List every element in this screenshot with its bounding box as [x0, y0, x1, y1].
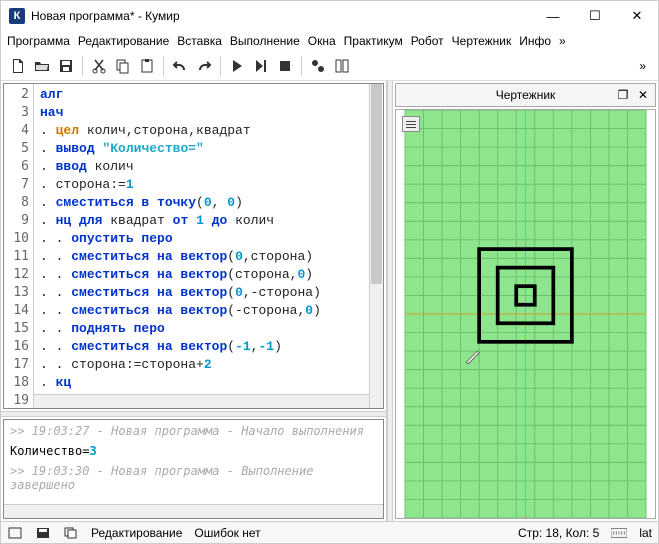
- console-prompt-line: Количество=3: [10, 444, 377, 458]
- titlebar: К Новая программа* - Кумир — ☐ ✕: [1, 1, 658, 31]
- menu-info[interactable]: Инфо: [519, 34, 551, 48]
- actors-button[interactable]: [307, 55, 329, 77]
- right-column: Чертежник ❐ ✕: [393, 81, 658, 521]
- redo-button[interactable]: [193, 55, 215, 77]
- console-prompt: Количество=: [10, 444, 89, 458]
- close-button[interactable]: ✕: [624, 6, 650, 26]
- console-input-value: 3: [89, 444, 96, 458]
- panel-close-button[interactable]: ✕: [635, 87, 651, 103]
- minimize-button[interactable]: —: [540, 6, 566, 26]
- drawing-svg: [396, 110, 655, 518]
- menu-robot[interactable]: Робот: [411, 34, 444, 48]
- editor-scrollbar-vertical[interactable]: [369, 84, 383, 408]
- open-file-button[interactable]: [31, 55, 53, 77]
- panel-maximize-button[interactable]: ❐: [615, 87, 631, 103]
- status-copy-icon[interactable]: [63, 526, 79, 540]
- horizontal-splitter[interactable]: [1, 411, 386, 417]
- status-icon-1[interactable]: [7, 526, 23, 540]
- menu-run[interactable]: Выполнение: [230, 34, 300, 48]
- toolbar-more[interactable]: »: [633, 59, 652, 73]
- statusbar: Редактирование Ошибок нет Стр: 18, Кол: …: [1, 521, 658, 543]
- canvas-menu-button[interactable]: [402, 116, 420, 132]
- maximize-button[interactable]: ☐: [582, 6, 608, 26]
- drawer-panel-header: Чертежник ❐ ✕: [395, 83, 656, 107]
- editor-scrollbar-horizontal[interactable]: [34, 394, 369, 408]
- status-save-icon[interactable]: [35, 526, 51, 540]
- drawer-canvas[interactable]: [395, 109, 656, 519]
- console-log-end: >> 19:03:30 - Новая программа - Выполнен…: [10, 464, 377, 492]
- line-gutter: 2345678910111213141516171819: [4, 84, 34, 408]
- keyboard-icon[interactable]: [611, 526, 627, 540]
- console-scrollbar-horizontal[interactable]: [4, 504, 383, 518]
- layout-button[interactable]: [331, 55, 353, 77]
- menu-more[interactable]: »: [559, 34, 566, 48]
- paste-button[interactable]: [136, 55, 158, 77]
- status-mode: Редактирование: [91, 526, 182, 540]
- menu-insert[interactable]: Вставка: [177, 34, 222, 48]
- code-area[interactable]: алгнач. цел колич,сторона,квадрат. вывод…: [34, 84, 383, 408]
- new-file-button[interactable]: [7, 55, 29, 77]
- console-log-start: >> 19:03:27 - Новая программа - Начало в…: [10, 424, 377, 438]
- left-column: 2345678910111213141516171819 алгнач. цел…: [1, 81, 387, 521]
- menu-practice[interactable]: Практикум: [344, 34, 403, 48]
- menu-program[interactable]: Программа: [7, 34, 70, 48]
- menubar: Программа Редактирование Вставка Выполне…: [1, 31, 658, 51]
- status-cursor-pos: Стр: 18, Кол: 5: [518, 526, 599, 540]
- copy-button[interactable]: [112, 55, 134, 77]
- undo-button[interactable]: [169, 55, 191, 77]
- drawer-panel-title: Чертежник: [496, 88, 556, 102]
- cut-button[interactable]: [88, 55, 110, 77]
- code-editor[interactable]: 2345678910111213141516171819 алгнач. цел…: [3, 83, 384, 409]
- app-icon: К: [9, 8, 25, 24]
- toolbar: »: [1, 51, 658, 81]
- run-button[interactable]: [226, 55, 248, 77]
- console[interactable]: >> 19:03:27 - Новая программа - Начало в…: [3, 419, 384, 519]
- step-button[interactable]: [250, 55, 272, 77]
- menu-drawer[interactable]: Чертежник: [452, 34, 512, 48]
- menu-windows[interactable]: Окна: [308, 34, 336, 48]
- status-errors: Ошибок нет: [194, 526, 260, 540]
- stop-button[interactable]: [274, 55, 296, 77]
- window-title: Новая программа* - Кумир: [31, 9, 540, 23]
- status-lang[interactable]: lat: [639, 526, 652, 540]
- save-file-button[interactable]: [55, 55, 77, 77]
- menu-edit[interactable]: Редактирование: [78, 34, 169, 48]
- main-area: 2345678910111213141516171819 алгнач. цел…: [1, 81, 658, 521]
